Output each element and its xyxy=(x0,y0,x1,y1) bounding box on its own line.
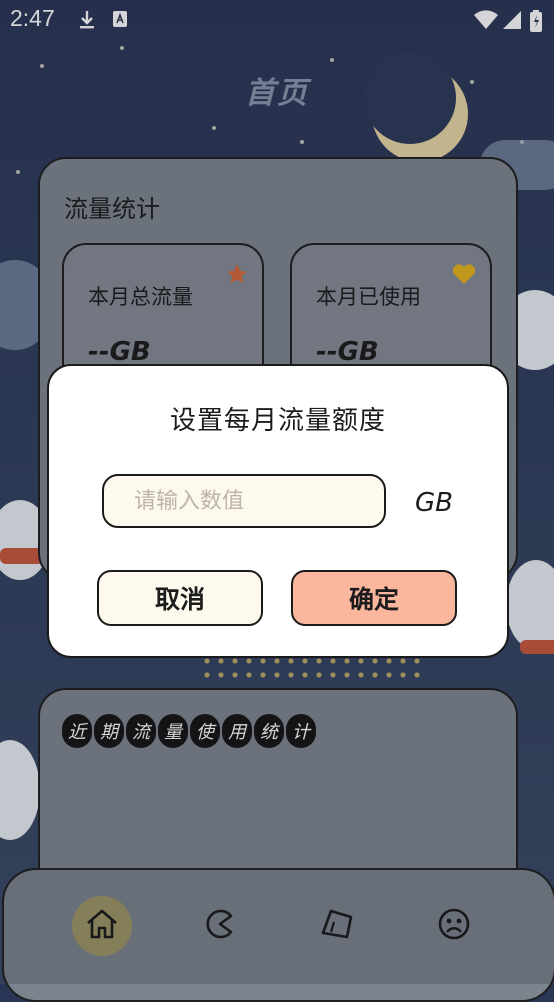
confirm-button[interactable]: 确定 xyxy=(291,570,457,626)
unit-label: GB xyxy=(415,488,453,518)
cancel-button[interactable]: 取消 xyxy=(97,570,263,626)
quota-input[interactable] xyxy=(102,474,386,528)
quota-dialog: 设置每月流量额度 GB 取消 确定 xyxy=(47,364,509,658)
dialog-title: 设置每月流量额度 xyxy=(169,406,386,436)
